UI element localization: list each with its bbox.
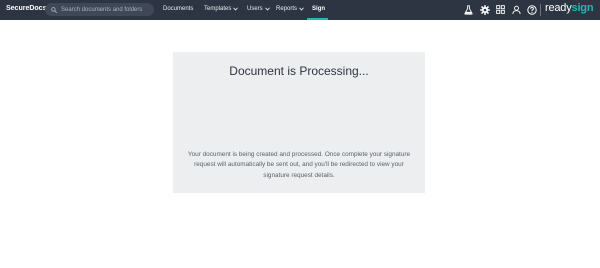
brand-name[interactable]: SecureDocs xyxy=(6,5,46,12)
chevron-down-icon xyxy=(299,7,304,11)
user-icon[interactable] xyxy=(512,5,521,15)
chevron-down-icon xyxy=(264,7,270,11)
top-navbar: SecureDocs Search documents and folders … xyxy=(0,0,600,20)
nav-documents-label: Documents xyxy=(163,6,194,12)
nav-templates[interactable]: Templates xyxy=(204,6,239,12)
search-icon xyxy=(51,6,57,13)
flask-icon[interactable] xyxy=(464,5,473,15)
processing-message: Your document is being created and proce… xyxy=(187,151,411,179)
readysign-logo[interactable]: readysign xyxy=(545,2,594,14)
apps-grid-icon[interactable] xyxy=(496,5,505,14)
processing-title: Document is Processing... xyxy=(229,64,369,78)
gear-icon[interactable] xyxy=(480,5,490,15)
nav-documents[interactable]: Documents xyxy=(163,6,193,12)
processing-card: Document is Processing... Your document … xyxy=(173,52,425,193)
help-icon[interactable] xyxy=(527,5,537,15)
chevron-down-icon xyxy=(233,7,239,11)
nav-users-label: Users xyxy=(247,6,263,12)
nav-users[interactable]: Users xyxy=(247,6,270,12)
search-box[interactable]: Search documents and folders xyxy=(45,3,154,16)
search-input[interactable]: Search documents and folders xyxy=(61,7,142,13)
nav-sign-label: Sign xyxy=(312,6,325,12)
nav-sign[interactable]: Sign xyxy=(312,6,325,12)
nav-templates-label: Templates xyxy=(204,6,232,12)
nav-divider xyxy=(540,4,541,16)
nav-reports-label: Reports xyxy=(276,6,298,12)
nav-reports[interactable]: Reports xyxy=(276,6,304,12)
active-tab-indicator xyxy=(307,18,328,20)
logo-ready-text: ready xyxy=(545,2,572,14)
logo-sign-text: sign xyxy=(571,2,594,14)
